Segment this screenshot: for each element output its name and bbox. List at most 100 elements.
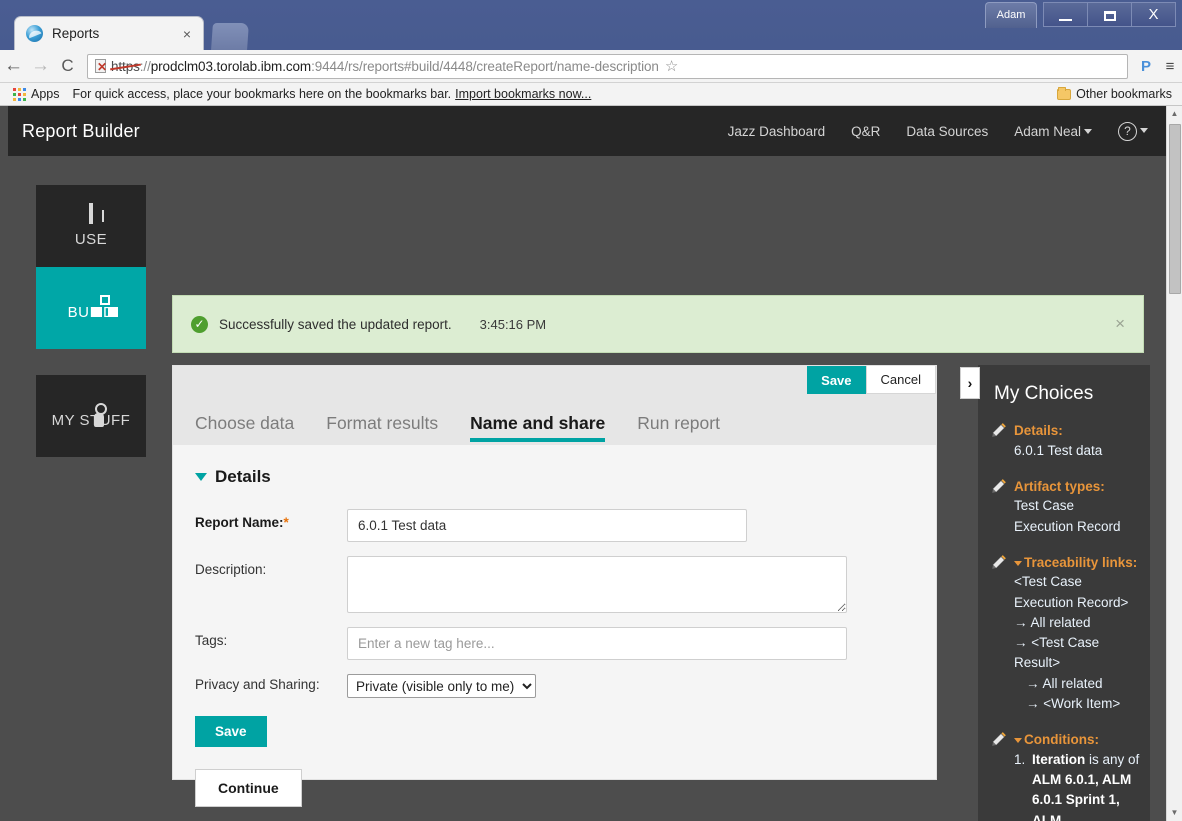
close-tab-icon[interactable]: × [179,26,195,42]
condition-values: ALM 6.0.1, ALM 6.0.1 Sprint 1, ALM [1032,772,1132,821]
collapse-choices-panel-button[interactable]: › [960,367,980,399]
folder-icon [1057,86,1072,100]
browser-toolbar: ← → C ✕ https://prodclm03.torolab.ibm.co… [0,50,1182,83]
choice-value: → All related [1014,614,1091,630]
choice-group-details: Details: 6.0.1 Test data [992,421,1144,461]
form-row-privacy: Privacy and Sharing: Private (visible on… [195,674,936,698]
nav-data-sources[interactable]: Data Sources [906,124,988,139]
save-button-inline[interactable]: Save [195,716,267,747]
privacy-label: Privacy and Sharing: [195,677,320,692]
address-bar[interactable]: ✕ https://prodclm03.torolab.ibm.com:9444… [87,53,1128,79]
scroll-down-arrow-icon[interactable]: ▼ [1167,805,1182,821]
choice-value: → <Work Item> [1026,695,1121,711]
tags-label: Tags: [195,633,228,648]
tags-input[interactable] [347,627,847,660]
rail-item-my-stuff[interactable]: MY STUFF [36,375,146,457]
nav-qr[interactable]: Q&R [851,124,880,139]
rail-item-label: MY STUFF [51,412,131,429]
scroll-up-arrow-icon[interactable]: ▲ [1167,106,1182,122]
report-name-label: Report Name:* [195,515,289,530]
page-content: Report Builder Jazz Dashboard Q&R Data S… [0,106,1166,821]
page-viewport: Report Builder Jazz Dashboard Q&R Data S… [0,106,1182,821]
back-button[interactable]: ← [0,55,27,77]
choice-heading-conditions[interactable]: Conditions: [992,730,1144,750]
tab-choose-data[interactable]: Choose data [195,413,294,445]
card-header: Save Cancel Choose data Format results N… [173,366,936,445]
browser-tab-reports[interactable]: Reports × [14,16,204,50]
insecure-certificate-icon[interactable]: ✕ [94,58,109,74]
app-header: Report Builder Jazz Dashboard Q&R Data S… [8,106,1166,156]
tab-run-report[interactable]: Run report [637,413,720,445]
success-banner: ✓ Successfully saved the updated report.… [172,295,1144,353]
page-scrollbar[interactable]: ▲ ▼ [1166,106,1182,821]
card-body: Details Report Name:* Description: Tags: [173,445,936,807]
description-textarea[interactable] [347,556,847,613]
condition-field: Iteration [1032,751,1086,767]
browser-window: Adam X Reports × ← → C ✕ https://prodclm… [0,0,1182,821]
choice-heading-artifact-types[interactable]: Artifact types: [992,477,1144,497]
choice-heading-traceability-links[interactable]: Traceability links: [992,553,1144,573]
choice-group-artifact-types: Artifact types: Test Case Execution Reco… [992,477,1144,537]
continue-button[interactable]: Continue [195,769,302,807]
my-choices-title: My Choices [994,383,1094,404]
details-section-title: Details [215,467,271,486]
other-bookmarks-button[interactable]: Other bookmarks [1057,86,1172,101]
choice-value: Execution Record [1014,518,1121,534]
url-host: prodclm03.torolab.ibm.com [150,58,312,74]
rail-item-label: USE [74,230,108,248]
apps-grid-icon[interactable] [13,87,26,101]
help-menu[interactable]: ? [1118,121,1148,141]
form-row-save: Save [195,712,936,747]
tab-strip: Reports × [0,16,1182,52]
triangle-down-icon [1014,560,1022,566]
choice-value: 6.0.1 Test data [1014,442,1103,458]
pencil-icon [992,478,1006,493]
import-bookmarks-link[interactable]: Import bookmarks now... [455,87,591,101]
browser-menu-icon[interactable]: ≡ [1158,58,1182,75]
choice-heading-details[interactable]: Details: [992,421,1144,441]
nav-user-menu[interactable]: Adam Neal [1014,124,1092,139]
other-bookmarks-label: Other bookmarks [1076,87,1172,101]
cancel-button-top[interactable]: Cancel [865,366,936,394]
app-nav: Jazz Dashboard Q&R Data Sources Adam Nea… [728,121,1148,141]
new-tab-button[interactable] [211,23,249,50]
forward-button[interactable]: → [27,55,54,77]
condition-text: Iteration is any of ALM 6.0.1, ALM 6.0.1… [1032,750,1144,821]
scrollbar-thumb[interactable] [1169,124,1181,294]
choice-heading-text: Traceability links: [1014,553,1137,573]
save-button-top[interactable]: Save [807,366,866,394]
rail-item-build[interactable]: BUILD [36,267,146,349]
triangle-down-icon [195,473,207,481]
condition-item: 1. Iteration is any of ALM 6.0.1, ALM 6.… [1014,750,1144,821]
nav-jazz-dashboard[interactable]: Jazz Dashboard [728,124,826,139]
condition-number: 1. [1014,751,1026,767]
pencil-icon [992,555,1006,569]
table-icon [89,202,93,224]
required-asterisk: * [283,515,289,530]
privacy-select[interactable]: Private (visible only to me) [347,674,536,698]
tab-name-and-share[interactable]: Name and share [470,413,606,445]
apps-label[interactable]: Apps [31,87,60,101]
page-title: Report Builder [22,120,140,141]
form-row-report-name: Report Name:* [195,509,936,542]
url-scheme: https [111,58,140,74]
choice-value: Test Case [1014,498,1075,514]
bookmark-star-icon[interactable]: ☆ [665,57,678,75]
report-name-input[interactable] [347,509,747,542]
details-section-header[interactable]: Details [195,467,936,487]
banner-message: Successfully saved the updated report. [219,316,452,332]
tab-format-results[interactable]: Format results [326,413,438,445]
chevron-down-icon [1084,129,1092,135]
choice-group-traceability-links: Traceability links: <Test Case Execution… [992,553,1144,714]
reload-button[interactable]: C [54,56,81,76]
report-builder-card: Save Cancel Choose data Format results N… [172,365,937,807]
bookmarks-hint: For quick access, place your bookmarks h… [72,87,452,101]
jazz-globe-icon [26,25,43,42]
description-label: Description: [195,562,267,577]
profile-avatar-icon[interactable]: P [1134,58,1158,75]
my-choices-panel: My Choices Details: 6.0.1 Test data Arti… [978,365,1150,821]
form-row-tags: Tags: [195,627,936,660]
rail-item-use[interactable]: USE [36,185,146,267]
wizard-tabs: Choose data Format results Name and shar… [195,413,720,445]
close-banner-icon[interactable]: × [1115,314,1125,334]
